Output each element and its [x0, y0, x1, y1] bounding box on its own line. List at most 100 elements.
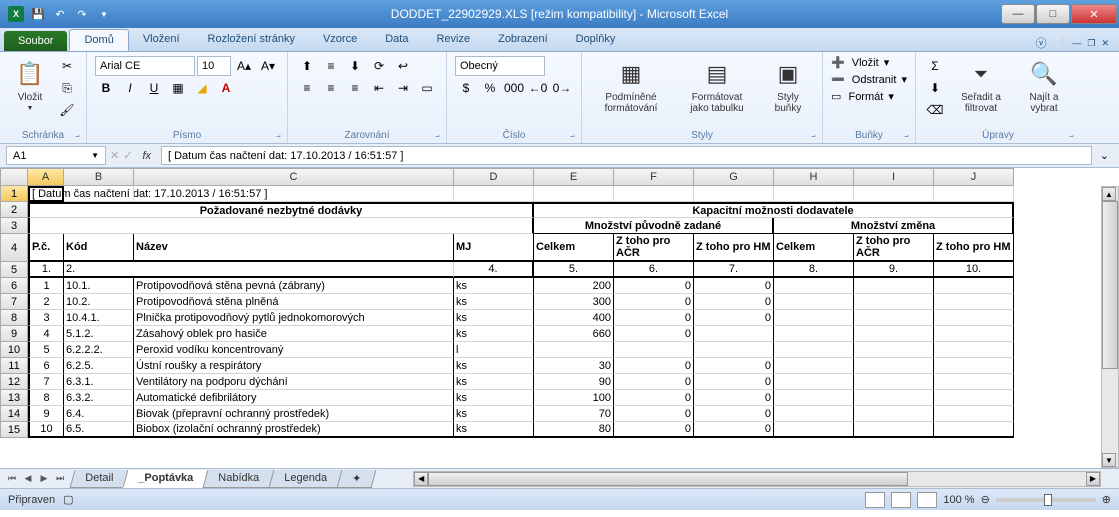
cell[interactable]: ks [454, 422, 534, 438]
redo-icon[interactable]: ↷ [72, 4, 92, 24]
close-button[interactable]: ✕ [1071, 4, 1117, 24]
sheet-tab[interactable]: _Poptávka [123, 470, 209, 488]
cell[interactable]: 0 [694, 422, 774, 438]
ribbon-tab-vložení[interactable]: Vložení [129, 29, 194, 51]
cell[interactable]: 9. [854, 262, 934, 278]
wrap-text-icon[interactable]: ↩ [392, 56, 414, 76]
cell[interactable] [934, 278, 1014, 294]
cell[interactable]: Kód [64, 234, 134, 262]
ribbon-tab-rozložení stránky[interactable]: Rozložení stránky [194, 29, 309, 51]
decrease-indent-icon[interactable]: ⇤ [368, 78, 390, 98]
minimize-button[interactable]: — [1001, 4, 1035, 24]
prev-sheet-icon[interactable]: ◀ [20, 471, 36, 487]
cell[interactable]: 10 [28, 422, 64, 438]
cell[interactable]: 6 [28, 358, 64, 374]
cell[interactable] [854, 310, 934, 326]
cell[interactable]: 0 [694, 310, 774, 326]
cell[interactable]: MJ [454, 234, 534, 262]
enter-formula-icon[interactable]: ✓ [123, 149, 132, 162]
page-layout-view-icon[interactable] [891, 492, 911, 508]
ribbon-tab-zobrazení[interactable]: Zobrazení [484, 29, 562, 51]
help-icon[interactable]: ❔ [1053, 37, 1067, 50]
zoom-slider[interactable] [996, 498, 1096, 502]
align-right-icon[interactable]: ≡ [344, 78, 366, 98]
select-all-corner[interactable] [0, 168, 28, 186]
next-sheet-icon[interactable]: ▶ [36, 471, 52, 487]
cell[interactable]: 0 [614, 326, 694, 342]
align-left-icon[interactable]: ≡ [296, 78, 318, 98]
first-sheet-icon[interactable]: ⏮ [4, 471, 20, 487]
comma-icon[interactable]: 000 [503, 78, 525, 98]
cell[interactable] [854, 294, 934, 310]
undo-icon[interactable]: ↶ [50, 4, 70, 24]
horizontal-scrollbar[interactable]: ◀ ▶ [413, 471, 1101, 487]
file-tab[interactable]: Soubor [4, 31, 67, 51]
cell[interactable]: ks [454, 326, 534, 342]
cell[interactable]: 1. [28, 262, 64, 278]
ribbon-tab-doplňky[interactable]: Doplňky [562, 29, 630, 51]
cell[interactable]: 6.4. [64, 406, 134, 422]
cell[interactable]: 0 [614, 422, 694, 438]
cell-styles-button[interactable]: ▣Styly buňky [762, 56, 814, 116]
maximize-button[interactable]: □ [1036, 4, 1070, 24]
cell[interactable]: 30 [534, 358, 614, 374]
cell[interactable] [774, 186, 854, 202]
name-box[interactable]: A1▼ [6, 146, 106, 165]
cell[interactable] [694, 326, 774, 342]
cell[interactable] [454, 186, 534, 202]
merge-icon[interactable]: ▭ [416, 78, 438, 98]
cell[interactable] [934, 186, 1014, 202]
cell[interactable]: 10.1. [64, 278, 134, 294]
ribbon-tab-data[interactable]: Data [371, 29, 422, 51]
cell[interactable] [854, 358, 934, 374]
cell[interactable]: 0 [614, 294, 694, 310]
cell[interactable]: Ústní roušky a respirátory [134, 358, 454, 374]
cell[interactable] [774, 294, 854, 310]
cell[interactable]: 4. [454, 262, 534, 278]
sheet-tab[interactable]: Detail [70, 470, 129, 488]
cell[interactable] [694, 186, 774, 202]
zoom-thumb[interactable] [1044, 494, 1052, 506]
cell[interactable] [614, 342, 694, 358]
zoom-level[interactable]: 100 % [943, 494, 974, 506]
cell[interactable]: 7. [694, 262, 774, 278]
cell[interactable] [774, 358, 854, 374]
cell[interactable]: Množství původně zadané [534, 218, 774, 234]
cell[interactable] [854, 390, 934, 406]
borders-icon[interactable]: ▦ [167, 78, 189, 98]
ribbon-tab-domů[interactable]: Domů [69, 29, 128, 51]
cell[interactable]: 10.2. [64, 294, 134, 310]
scroll-up-icon[interactable]: ▲ [1102, 187, 1116, 201]
cell[interactable]: 0 [694, 278, 774, 294]
decrease-decimal-icon[interactable]: 0→ [551, 78, 573, 98]
column-header[interactable]: I [854, 168, 934, 186]
cell[interactable]: 6.2.5. [64, 358, 134, 374]
cell[interactable]: 300 [534, 294, 614, 310]
cell[interactable] [934, 342, 1014, 358]
cell[interactable]: 2 [28, 294, 64, 310]
cancel-formula-icon[interactable]: ✕ [110, 149, 119, 162]
cell[interactable]: 200 [534, 278, 614, 294]
column-header[interactable]: F [614, 168, 694, 186]
cell[interactable]: 2. [64, 262, 454, 278]
row-header[interactable]: 6 [0, 278, 28, 294]
cell[interactable] [934, 326, 1014, 342]
cell[interactable]: Celkem [774, 234, 854, 262]
delete-cells-button[interactable]: ➖ Odstranit ▾ [831, 73, 907, 86]
cell[interactable]: Zásahový oblek pro hasiče [134, 326, 454, 342]
cell[interactable]: 0 [694, 358, 774, 374]
cell[interactable]: Z toho pro HM [934, 234, 1014, 262]
cell[interactable] [534, 186, 614, 202]
align-middle-icon[interactable]: ≡ [320, 56, 342, 76]
cell[interactable]: Protipovodňová stěna plněná [134, 294, 454, 310]
row-header[interactable]: 11 [0, 358, 28, 374]
cell[interactable]: 0 [614, 374, 694, 390]
cell[interactable]: ks [454, 374, 534, 390]
cell[interactable]: 5.1.2. [64, 326, 134, 342]
cell[interactable]: 6. [614, 262, 694, 278]
cell[interactable] [774, 278, 854, 294]
cell[interactable] [774, 390, 854, 406]
cell[interactable] [934, 358, 1014, 374]
cell[interactable]: ks [454, 406, 534, 422]
new-sheet-button[interactable]: ✦ [337, 470, 377, 488]
